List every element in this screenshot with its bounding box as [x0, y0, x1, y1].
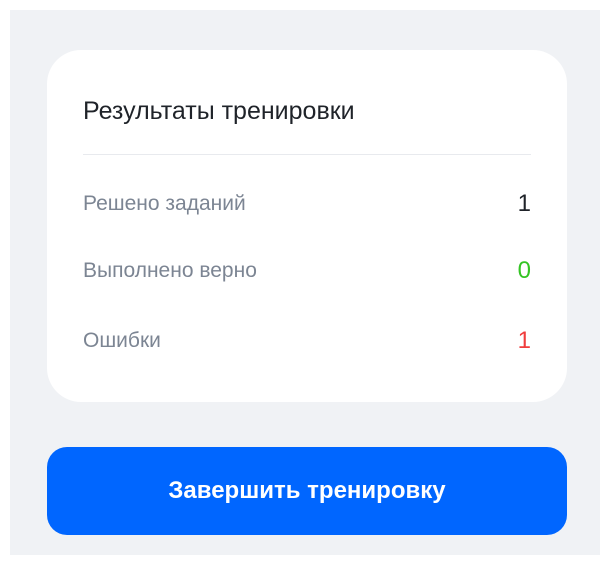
stat-row-errors: Ошибки 1	[83, 325, 531, 357]
finish-training-label: Завершить тренировку	[168, 477, 446, 504]
stat-label-solved: Решено заданий	[83, 192, 246, 215]
training-results-panel: Результаты тренировки Решено заданий 1 В…	[10, 10, 600, 555]
stat-value-solved: 1	[517, 190, 531, 217]
results-title: Результаты тренировки	[83, 97, 355, 125]
stat-label-errors: Ошибки	[83, 329, 161, 352]
stat-row-solved: Решено заданий 1	[83, 188, 531, 220]
stat-label-correct: Выполнено верно	[83, 259, 257, 282]
results-card: Результаты тренировки Решено заданий 1 В…	[47, 50, 567, 402]
finish-training-button[interactable]: Завершить тренировку	[47, 447, 567, 535]
stat-row-correct: Выполнено верно 0	[83, 255, 531, 287]
title-divider	[83, 154, 531, 155]
stat-value-errors: 1	[517, 327, 531, 354]
stat-value-correct: 0	[517, 257, 531, 284]
